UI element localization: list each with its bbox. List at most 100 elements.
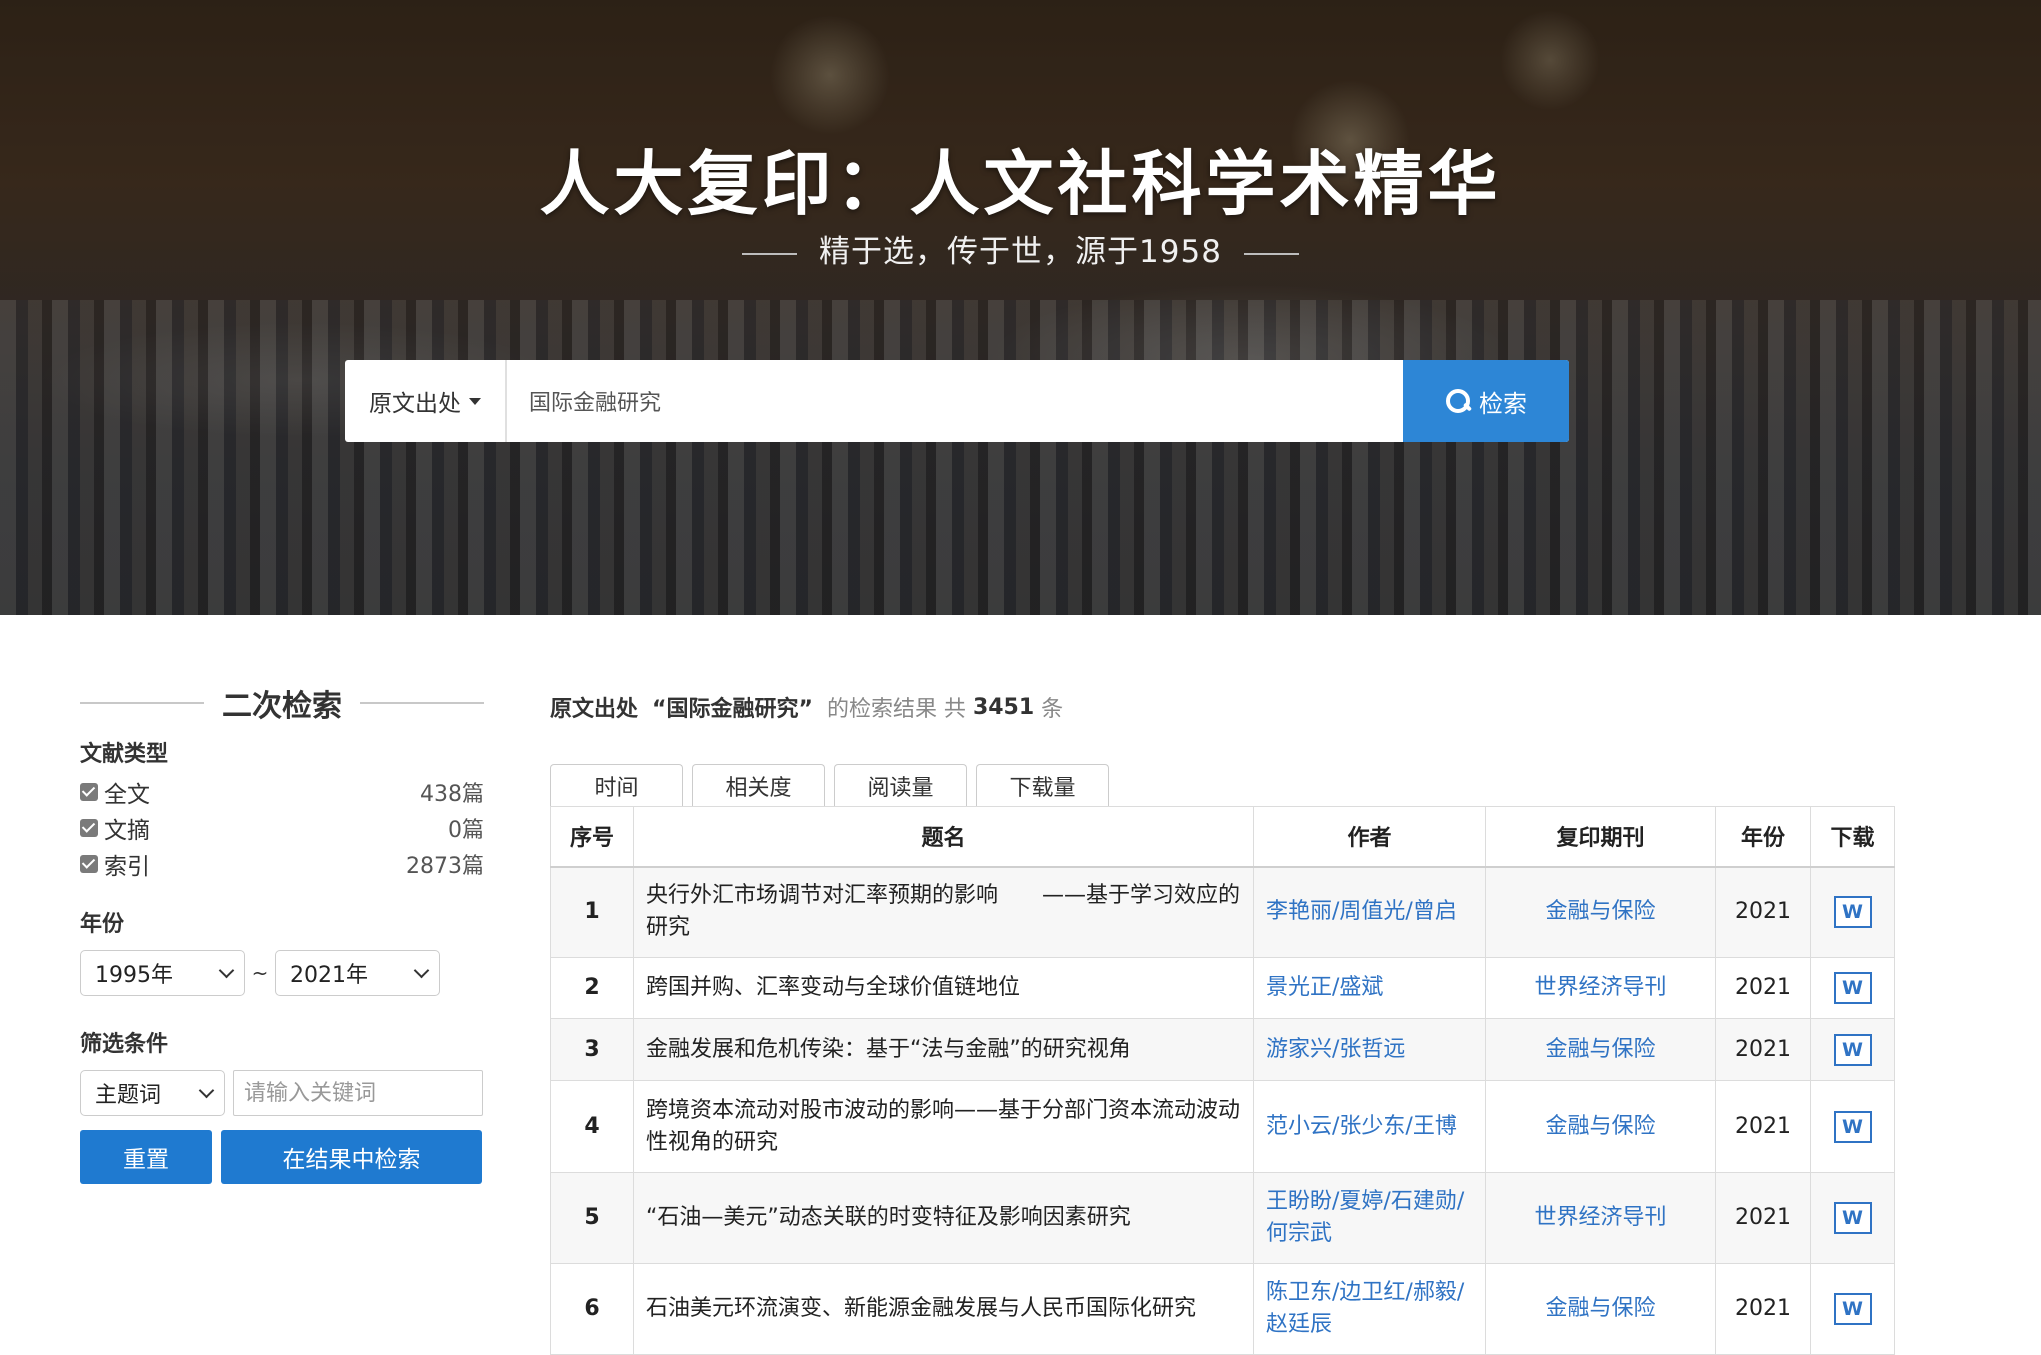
row-author-link[interactable]: 游家兴/张哲远: [1253, 1018, 1486, 1081]
row-download-cell: W: [1810, 866, 1895, 958]
checkbox-index[interactable]: [80, 855, 98, 873]
search-input[interactable]: [507, 360, 1403, 442]
year-from-select[interactable]: 1995年: [80, 950, 245, 996]
row-year: 2021: [1715, 1263, 1811, 1355]
result-total: 3451: [972, 694, 1035, 720]
year-label: 年份: [80, 912, 125, 937]
search-in-results-button[interactable]: 在结果中检索: [221, 1130, 482, 1184]
checkbox-fulltext[interactable]: [80, 783, 98, 801]
row-download-cell: W: [1810, 1080, 1895, 1173]
row-download-cell: W: [1810, 1172, 1895, 1264]
keyword-input[interactable]: [233, 1070, 483, 1116]
hero-overlay: [0, 0, 2041, 615]
table-row: 5 “石油—美元”动态关联的时变特征及影响因素研究 王盼盼/夏婷/石建勋/何宗武…: [550, 1172, 1895, 1264]
table-row: 2 跨国并购、汇率变动与全球价值链地位 景光正/盛斌 世界经济导刊 2021 W: [550, 957, 1895, 1019]
heading-rule-left: [80, 702, 204, 704]
sidebar-actions: 重置 在结果中检索: [80, 1130, 484, 1184]
results-table: 序号 题名 作者 复印期刊 年份 下载 1 央行外汇市场调节对汇率预期的影响 —…: [550, 806, 1895, 1355]
doc-type-index: 索引 2873篇: [80, 846, 484, 882]
filter-field-value: 主题词: [95, 1083, 162, 1108]
table-row: 3 金融发展和危机传染：基于“法与金融”的研究视角 游家兴/张哲远 金融与保险 …: [550, 1018, 1895, 1081]
row-number: 4: [550, 1080, 634, 1173]
doc-type-count: 438篇: [420, 782, 484, 807]
col-header-title: 题名: [633, 806, 1254, 868]
row-title-link[interactable]: 央行外汇市场调节对汇率预期的影响 ——基于学习效应的研究: [633, 866, 1254, 958]
row-author-link[interactable]: 景光正/盛斌: [1253, 957, 1486, 1019]
hero-title: 人大复印：人文社科学术精华: [539, 142, 1502, 225]
row-journal-link[interactable]: 金融与保险: [1485, 1080, 1716, 1173]
table-row: 6 石油美元环流演变、新能源金融发展与人民币国际化研究 陈卫东/边卫红/郝毅/赵…: [550, 1263, 1895, 1355]
word-download-icon[interactable]: W: [1833, 1293, 1872, 1325]
row-year: 2021: [1715, 866, 1811, 958]
col-header-download: 下载: [1810, 806, 1895, 868]
doc-type-label-text: 全文: [104, 782, 150, 808]
row-author-link[interactable]: 王盼盼/夏婷/石建勋/何宗武: [1253, 1172, 1486, 1264]
sort-tab-relevance[interactable]: 相关度: [692, 764, 825, 806]
table-row: 4 跨境资本流动对股市波动的影响——基于分部门资本流动波动性视角的研究 范小云/…: [550, 1080, 1895, 1173]
chevron-down-icon: [198, 1082, 215, 1098]
doc-type-label-text: 索引: [104, 854, 150, 880]
row-title-link[interactable]: 跨国并购、汇率变动与全球价值链地位: [633, 957, 1254, 1019]
word-download-icon[interactable]: W: [1833, 972, 1872, 1004]
sort-tab-time[interactable]: 时间: [550, 764, 683, 806]
row-number: 1: [550, 866, 634, 958]
row-author-link[interactable]: 李艳丽/周值光/曾启: [1253, 866, 1486, 958]
row-author-link[interactable]: 范小云/张少东/王博: [1253, 1080, 1486, 1173]
hero-subtitle: 精于选，传于世，源于1958: [0, 226, 2041, 271]
row-number: 6: [550, 1263, 634, 1355]
caret-down-icon: [469, 397, 481, 405]
search-field-dropdown[interactable]: 原文出处: [345, 360, 507, 442]
word-download-icon[interactable]: W: [1833, 896, 1872, 929]
doc-type-label: 文献类型: [80, 742, 169, 767]
year-from-value: 1995年: [95, 963, 173, 988]
sort-tab-reads[interactable]: 阅读量: [834, 764, 967, 806]
filter-row: 主题词: [80, 1070, 484, 1116]
chevron-down-icon: [218, 962, 235, 978]
row-year: 2021: [1715, 1172, 1811, 1264]
word-download-icon[interactable]: W: [1833, 1033, 1872, 1066]
doc-type-label-text: 文摘: [104, 818, 150, 844]
row-title-link[interactable]: 跨境资本流动对股市波动的影响——基于分部门资本流动波动性视角的研究: [633, 1080, 1254, 1173]
col-header-journal: 复印期刊: [1485, 806, 1716, 868]
row-journal-link[interactable]: 金融与保险: [1485, 866, 1716, 958]
sort-tabs: 时间 相关度 阅读量 下载量: [550, 764, 1895, 806]
result-middle-text: 的检索结果 共: [826, 697, 966, 722]
word-download-icon[interactable]: W: [1833, 1202, 1872, 1234]
filter-field-select[interactable]: 主题词: [80, 1070, 225, 1116]
result-field: 原文出处: [550, 697, 639, 722]
row-number: 2: [550, 957, 634, 1019]
secondary-search-panel: 二次检索 文献类型 全文 438篇 文摘 0篇 索引 2873篇 年份 1995…: [80, 680, 484, 1184]
hero-subtitle-text: 精于选，传于世，源于1958: [819, 234, 1222, 270]
heading-rule-right: [360, 702, 484, 704]
col-header-year: 年份: [1715, 806, 1811, 868]
row-number: 5: [550, 1172, 634, 1264]
search-button[interactable]: 检索: [1403, 360, 1569, 442]
year-range: 1995年 ~ 2021年: [80, 950, 484, 996]
row-title-link[interactable]: “石油—美元”动态关联的时变特征及影响因素研究: [633, 1172, 1254, 1264]
row-author-link[interactable]: 陈卫东/边卫红/郝毅/赵廷辰: [1253, 1263, 1486, 1355]
checkbox-abstract[interactable]: [80, 819, 98, 837]
row-download-cell: W: [1810, 1263, 1895, 1355]
result-summary: 原文出处 “国际金融研究” 的检索结果 共 3451 条: [550, 690, 1895, 724]
year-separator: ~: [251, 961, 269, 985]
row-year: 2021: [1715, 1080, 1811, 1173]
row-journal-link[interactable]: 金融与保险: [1485, 1018, 1716, 1081]
col-header-author: 作者: [1253, 806, 1486, 868]
subtitle-dash-right: [1243, 252, 1299, 255]
sort-tab-downloads[interactable]: 下载量: [976, 764, 1109, 806]
secondary-search-title: 二次检索: [222, 689, 342, 724]
row-number: 3: [550, 1018, 634, 1081]
row-journal-link[interactable]: 世界经济导刊: [1485, 957, 1716, 1019]
word-download-icon[interactable]: W: [1833, 1110, 1872, 1143]
reset-button[interactable]: 重置: [80, 1130, 212, 1184]
search-bar: 原文出处 检索: [345, 360, 1569, 442]
year-to-value: 2021年: [290, 963, 368, 988]
row-journal-link[interactable]: 世界经济导刊: [1485, 1172, 1716, 1264]
row-journal-link[interactable]: 金融与保险: [1485, 1263, 1716, 1355]
result-unit: 条: [1041, 697, 1064, 722]
year-to-select[interactable]: 2021年: [275, 950, 440, 996]
row-title-link[interactable]: 金融发展和危机传染：基于“法与金融”的研究视角: [633, 1018, 1254, 1081]
row-title-link[interactable]: 石油美元环流演变、新能源金融发展与人民币国际化研究: [633, 1263, 1254, 1355]
result-query: “国际金融研究”: [652, 697, 813, 722]
doc-type-fulltext: 全文 438篇: [80, 774, 484, 810]
